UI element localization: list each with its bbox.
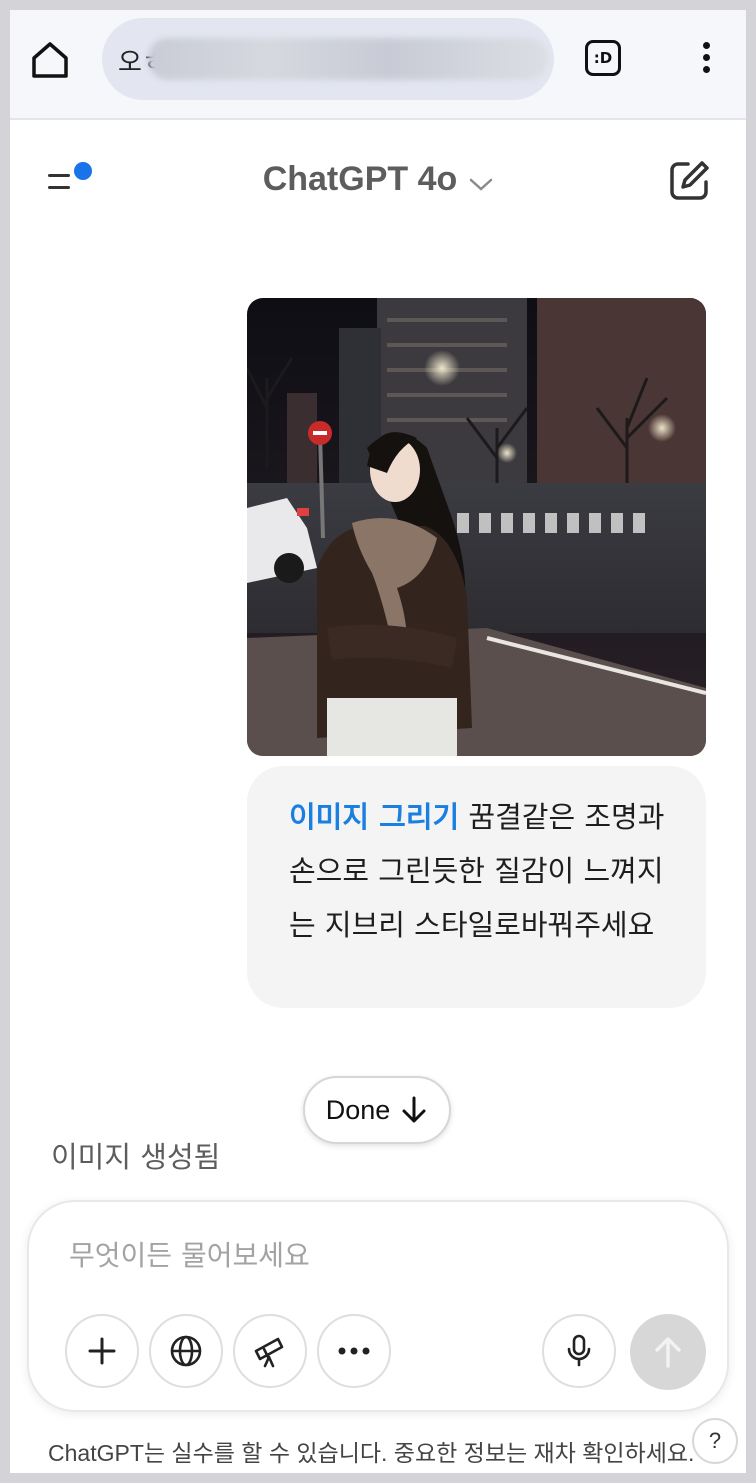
- more-tools-button[interactable]: [317, 1314, 391, 1388]
- arrow-down-icon: [402, 1096, 426, 1123]
- model-title: ChatGPT 4o: [262, 160, 458, 198]
- browser-toolbar: 오ㅎ :D: [10, 10, 746, 120]
- composer: [27, 1200, 729, 1412]
- chevron-down-icon: [469, 162, 493, 201]
- globe-icon: [170, 1335, 202, 1367]
- microphone-icon: [567, 1334, 591, 1367]
- new-chat-icon[interactable]: [666, 158, 712, 204]
- draw-image-tag: 이미지 그리기: [289, 800, 460, 834]
- voice-input-button[interactable]: [542, 1314, 616, 1388]
- user-message-bubble: 이미지 그리기 꿈결같은 조명과 손으로 그린듯한 질감이 느껴지는 지브리 스…: [247, 766, 706, 1008]
- model-selector[interactable]: ChatGPT 4o: [10, 160, 746, 201]
- app-frame: 오ㅎ :D ChatGPT 4o 이미지 그리기 꿈결같은 조명과 손으로 그린…: [10, 10, 746, 1473]
- more-options-icon[interactable]: [694, 38, 718, 78]
- deep-research-button[interactable]: [233, 1314, 307, 1388]
- scroll-to-bottom-button[interactable]: Done: [303, 1076, 451, 1144]
- more-icon: [338, 1347, 370, 1355]
- blurred-url: [148, 38, 548, 80]
- help-button[interactable]: ?: [692, 1418, 738, 1464]
- telescope-icon: [254, 1337, 284, 1368]
- disclaimer-text: ChatGPT는 실수를 할 수 있습니다. 중요한 정보는 재차 확인하세요.: [48, 1440, 695, 1466]
- uploaded-photo[interactable]: [247, 298, 706, 756]
- image-generated-status: 이미지 생성됨: [51, 1140, 221, 1174]
- tab-switcher-button[interactable]: :D: [585, 40, 621, 76]
- home-icon[interactable]: [28, 38, 72, 82]
- address-bar[interactable]: 오ㅎ: [102, 18, 554, 100]
- web-search-button[interactable]: [149, 1314, 223, 1388]
- send-button[interactable]: [630, 1314, 706, 1390]
- prompt-input[interactable]: [69, 1234, 649, 1276]
- add-attachment-button[interactable]: [65, 1314, 139, 1388]
- plus-icon: [88, 1337, 116, 1365]
- done-label: Done: [325, 1094, 391, 1125]
- arrow-up-icon: [655, 1337, 681, 1368]
